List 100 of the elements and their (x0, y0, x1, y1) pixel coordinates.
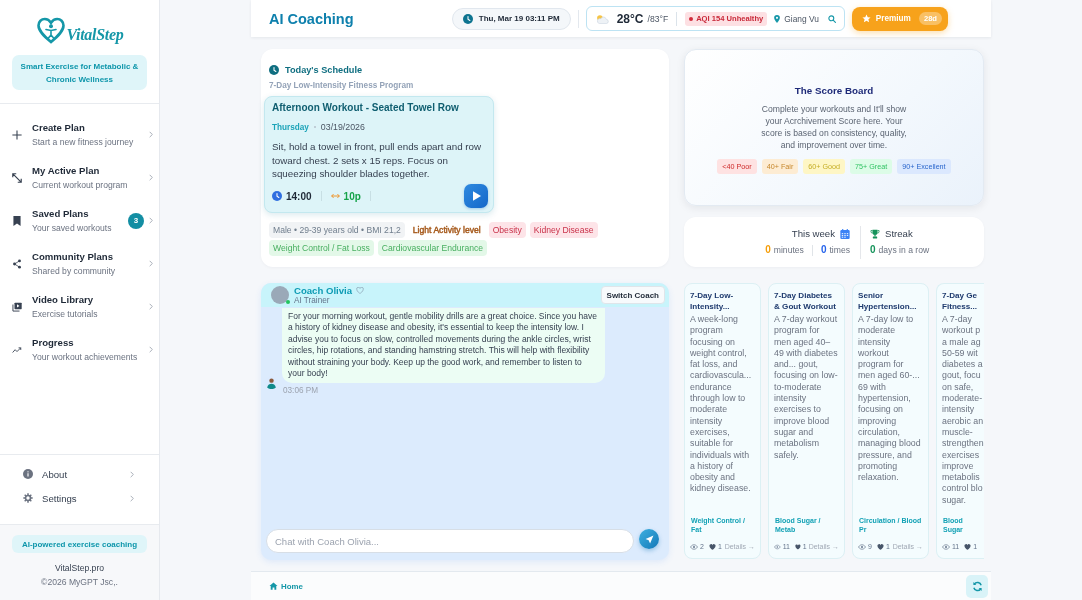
nav-item[interactable]: Community Plans Shared by community (0, 242, 159, 285)
tagline: Smart Exercise for Metabolic & Chronic Wellness (12, 55, 147, 90)
workout-duration: 10p (343, 190, 361, 202)
send-button[interactable] (639, 529, 659, 549)
location-pin-icon (774, 14, 781, 23)
heart-icon (876, 543, 884, 550)
status-dot-icon (689, 16, 694, 21)
program-description: A week-long program focusing on weight control, fat loss, and cardiovascula... endurance through low to moderate intensity exercises, suitable for individuals with a history of obesity and kidney disease. (690, 314, 753, 495)
minutes-unit: minutes (773, 244, 804, 256)
program-description: A 7-day workout p a male ag 50-59 wit diabetes a gout, focu on safe, moderate- intensity aerobic an muscle- strengthen exercises improve metabolis control blo sugar. (942, 314, 984, 507)
chevron-icon (130, 470, 134, 478)
play-button[interactable] (464, 184, 488, 208)
cloud-sun-icon (594, 13, 609, 24)
heart-icon (964, 543, 972, 550)
program-description: A 7-day low to moderate intensity workout program for men aged 60-... 69 with hypertension, focusing on improving circulation, managing blood pressure, and promoting relaxation. (858, 314, 922, 484)
streak-unit: days in a row (878, 244, 930, 256)
heart-icon (794, 543, 801, 550)
video-library-icon (12, 301, 22, 312)
nav-item[interactable]: Create Plan Start a new fitness journey (0, 113, 159, 156)
plus-icon (12, 129, 22, 140)
score-board-description: Complete your workouts and It'll show your Acrchivement Score here. Your score is based on consistency, quality, and improvement over time. (760, 102, 908, 151)
program-name: 7-Day Low-Intensity Fitness Program (269, 80, 415, 91)
heart-logo-icon (35, 17, 66, 44)
score-board-title: The Score Board (794, 83, 874, 97)
search-icon[interactable] (827, 14, 836, 23)
program-title: 7-Day Low-Intensity... (690, 291, 735, 312)
section-title: Today's Schedule (285, 64, 363, 77)
clock-icon (272, 191, 282, 201)
nav-item[interactable]: My Active Plan Current workout program (0, 156, 159, 199)
chevron-icon (130, 494, 134, 502)
eye-icon (690, 543, 698, 550)
times-value: 0 (820, 244, 827, 256)
temperature-fahrenheit: /83°F (647, 13, 669, 24)
calendar-icon (840, 229, 850, 239)
share-icon (12, 258, 22, 269)
chevron-icon (149, 303, 153, 310)
chevron-icon (149, 217, 153, 224)
coach-role: AI Trainer (294, 295, 331, 306)
minutes-value: 0 (765, 244, 771, 256)
times-unit: times (829, 244, 850, 256)
heart-outline-icon[interactable] (356, 286, 365, 294)
site-name: VitalStep.pro (54, 562, 105, 574)
program-card[interactable] (852, 283, 929, 559)
coach-name: Coach Olivia (294, 284, 353, 296)
temperature: 28°C (616, 11, 644, 26)
nav-item[interactable]: Progress Your workout achievements (0, 328, 159, 371)
avatar (271, 286, 289, 304)
clock-icon (462, 13, 473, 24)
tag: Male • 29-39 years old • BMI 21,2 (269, 222, 405, 238)
workout-day: Thursday (272, 122, 309, 132)
program-card[interactable] (936, 283, 984, 559)
tag: Light Activity level (408, 222, 485, 238)
tag: Weight Control / Fat Loss (269, 240, 374, 256)
page-title: AI Coaching (269, 10, 354, 27)
chat-input[interactable]: Chat with Coach Olivia... (266, 529, 634, 553)
settings-icon (23, 493, 33, 503)
date-time-text: Thu, Mar 19 03:11 PM (478, 14, 560, 23)
chevron-icon (149, 131, 153, 138)
play-icon (473, 191, 481, 201)
eye-icon (942, 543, 950, 550)
program-description: A 7-day workout program for men aged 40–49 with diabetes and... gout, focusing on low-to-moderate intensity exercises to improve blood sugar and metabolism safely. (774, 314, 839, 461)
eye-icon (858, 543, 866, 550)
horizontal-arrows-icon (330, 193, 340, 199)
feature-badge: AI-powered exercise coaching (12, 535, 147, 553)
star-icon (861, 14, 871, 23)
diagonal-arrows-icon (12, 172, 22, 183)
stat-label: This week (791, 228, 835, 240)
workout-title: Afternoon Workout - Seated Towel Row (272, 101, 460, 115)
logo-text: VitalStep (66, 25, 124, 44)
refresh-button[interactable] (966, 574, 988, 598)
menu-item[interactable]: About (0, 462, 159, 486)
switch-coach-button[interactable]: Switch Coach (600, 286, 665, 304)
nav-item[interactable]: Saved Plans Your saved workouts 3 (0, 199, 159, 242)
location-text: Giang Vu (784, 13, 819, 24)
program-title: Senior Hypertension... (858, 291, 918, 312)
eye-icon (774, 543, 781, 550)
nav-item[interactable]: Video Library Exercise tutorials (0, 285, 159, 328)
streak-value: 0 (870, 244, 876, 256)
trend-up-icon (12, 344, 22, 355)
copyright-text: ©2026 MyGPT Jsc,. (41, 576, 118, 588)
chevron-icon (149, 346, 153, 353)
tag: Cardiovascular Endurance (377, 240, 488, 256)
workout-date: 03/19/2026 (320, 122, 365, 132)
home-icon (269, 582, 278, 590)
workout-description: Sit, hold a towel in front, pull ends apart and row toward chest. 2 sets x 15 reps. Focus on squeezing shoulder blades together. (272, 140, 483, 181)
stat-label: Streak (885, 228, 913, 240)
message-time: 03:06 PM (282, 386, 320, 397)
info-icon (23, 469, 33, 479)
program-card[interactable] (768, 283, 845, 559)
tag: Obesity (488, 222, 526, 238)
heart-icon (708, 543, 716, 550)
refresh-icon (971, 580, 983, 592)
program-card[interactable] (684, 283, 761, 559)
tag: Kidney Disease (529, 222, 598, 238)
program-title: 7-Day Diabetes & Gout Workout (774, 291, 837, 312)
program-title: 7-Day Ge Fitness... (942, 291, 979, 312)
trophy-icon (870, 229, 880, 239)
clock-icon (269, 65, 279, 75)
menu-item[interactable]: Settings (0, 486, 159, 510)
chevron-icon (149, 260, 153, 267)
